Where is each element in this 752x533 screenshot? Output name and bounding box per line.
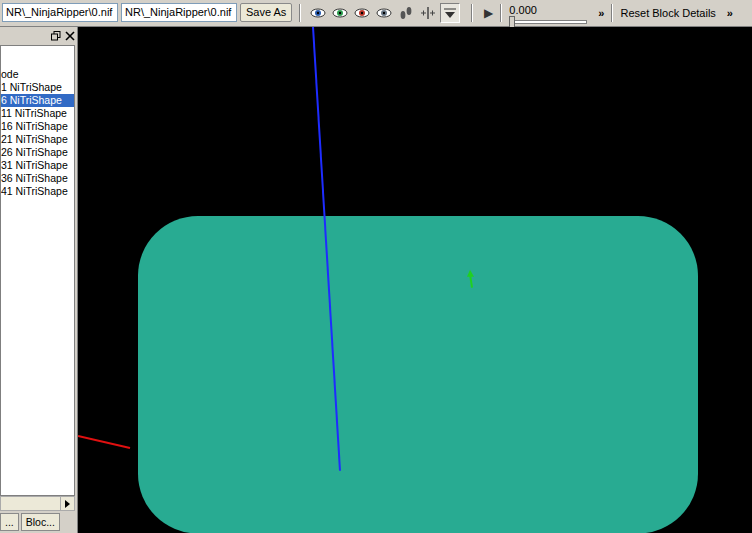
main-toolbar: NR\_NinjaRipper\0.nifNR\_NinjaRipper\0.n…	[0, 0, 752, 27]
view-toggle-color	[332, 7, 348, 19]
block-list-panel: ode1 NiTriShape6 NiTriShape11 NiTriShape…	[0, 27, 78, 533]
axes-icon	[420, 6, 436, 20]
scroll-right-icon	[65, 500, 70, 508]
block-tree-item[interactable]: 11 NiTriShape	[1, 107, 74, 120]
eye-icon	[310, 7, 326, 19]
view-toggle-button[interactable]	[330, 3, 350, 23]
block-tree-label: 31 NiTriShape	[1, 159, 68, 171]
eye-icon	[376, 7, 392, 19]
toolbar-separator	[500, 4, 502, 22]
block-tree-item[interactable]: 31 NiTriShape	[1, 159, 74, 172]
block-tree-item[interactable]: 6 NiTriShape	[1, 94, 74, 107]
block-tree-label: 1 NiTriShape	[1, 81, 62, 93]
block-tree-label: 11 NiTriShape	[1, 107, 67, 119]
toolbar-separator	[611, 4, 613, 22]
view-toggle-color	[354, 7, 370, 19]
toolbar-separator	[299, 4, 301, 22]
close-icon	[65, 31, 75, 41]
save-as-button[interactable]: Save As	[240, 3, 292, 22]
scroll-right-button[interactable]	[60, 497, 74, 510]
view-toggle-button[interactable]	[418, 3, 438, 23]
file-combo[interactable]: NR\_NinjaRipper\0.nif	[121, 3, 237, 22]
arrow-down-icon	[443, 7, 457, 19]
block-tree-label: 41 NiTriShape	[1, 185, 68, 197]
block-tree[interactable]: ode1 NiTriShape6 NiTriShape11 NiTriShape…	[0, 45, 75, 497]
view-toggle-color	[376, 7, 392, 19]
restore-button[interactable]	[51, 31, 61, 41]
overflow-chevron[interactable]: »	[598, 5, 604, 22]
view-toggle-color	[399, 5, 413, 21]
tree-header: ode	[1, 68, 74, 81]
view-toggle-button[interactable]	[440, 3, 460, 23]
block-tree-label: 21 NiTriShape	[1, 133, 68, 145]
time-control: 0.000	[509, 2, 587, 24]
panel-tab-button[interactable]: Bloc...	[21, 513, 60, 531]
main-area: ode1 NiTriShape6 NiTriShape11 NiTriShape…	[0, 27, 752, 533]
block-tree-item[interactable]: 1 NiTriShape	[1, 81, 74, 94]
toolbar-separator	[471, 4, 473, 22]
play-button[interactable]: ▶	[480, 4, 497, 22]
view-toggle-button[interactable]	[374, 3, 394, 23]
view-toggle-color	[310, 7, 326, 19]
view-toggle-button[interactable]	[352, 3, 372, 23]
scene-canvas	[78, 27, 752, 533]
file-combo[interactable]: NR\_NinjaRipper\0.nif	[2, 3, 118, 22]
eye-icon	[332, 7, 348, 19]
view-toggle-color	[443, 7, 457, 19]
overflow-chevron[interactable]: »	[727, 5, 733, 22]
block-tree-label: 26 NiTriShape	[1, 146, 68, 158]
panel-tabs: ...Bloc...	[0, 511, 77, 533]
block-tree-item[interactable]: 26 NiTriShape	[1, 146, 74, 159]
block-tree-item[interactable]: 41 NiTriShape	[1, 185, 74, 198]
time-readout: 0.000	[509, 2, 587, 19]
view-toggle-color	[420, 6, 436, 20]
eye-icon	[354, 7, 370, 19]
block-tree-item[interactable]: 21 NiTriShape	[1, 133, 74, 146]
block-tree-label: 36 NiTriShape	[1, 172, 68, 184]
block-tree-item[interactable]: 36 NiTriShape	[1, 172, 74, 185]
view-toggle-button[interactable]	[308, 3, 328, 23]
panel-title-bar	[0, 27, 77, 45]
restore-icon	[51, 31, 61, 41]
block-tree-item[interactable]: 16 NiTriShape	[1, 120, 74, 133]
footprints-icon	[399, 5, 413, 21]
view-toggle-button[interactable]	[396, 3, 416, 23]
view-button-group	[308, 3, 460, 23]
render-viewport[interactable]	[78, 27, 752, 533]
block-tree-label: 6 NiTriShape	[1, 94, 62, 106]
panel-tab-button[interactable]: ...	[0, 513, 19, 531]
viewer-window: NR\_NinjaRipper\0.nifNR\_NinjaRipper\0.n…	[0, 0, 752, 533]
block-tree-label: 16 NiTriShape	[1, 120, 68, 132]
horizontal-scrollbar[interactable]	[0, 496, 75, 511]
close-button[interactable]	[65, 31, 75, 41]
time-slider[interactable]	[509, 20, 587, 24]
reset-block-details-button[interactable]: Reset Block Details	[616, 5, 719, 22]
